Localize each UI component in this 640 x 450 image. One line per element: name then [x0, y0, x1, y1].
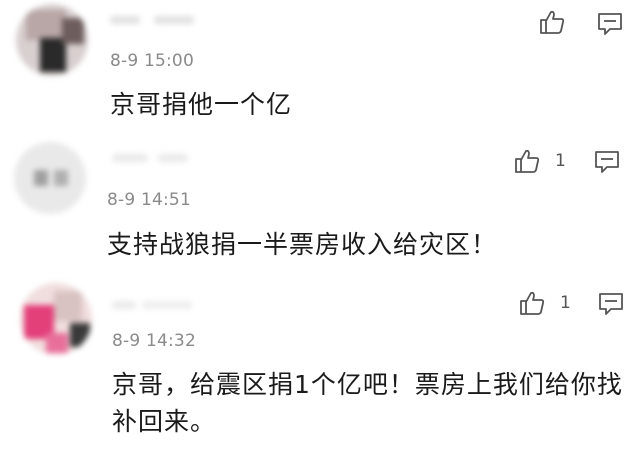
- comment-icon: [597, 12, 623, 36]
- reply-button[interactable]: [594, 150, 620, 174]
- comment-icon: [598, 292, 624, 316]
- like-button[interactable]: 1: [518, 289, 571, 317]
- comment-text: 支持战狼捐一半票房收入给灾区！: [107, 230, 498, 259]
- comment-item: 8-9 14:32 京哥，给震区捐1个亿吧！票房上我们给你找补回来。 1: [0, 275, 640, 450]
- like-count: 1: [560, 293, 571, 313]
- username-blurred: [112, 150, 222, 166]
- thumbs-up-icon: [538, 8, 566, 36]
- avatar[interactable]: [20, 283, 92, 355]
- reply-button[interactable]: [598, 292, 624, 316]
- comment-text: 京哥捐他一个亿: [110, 90, 293, 119]
- comment-icon: [594, 150, 620, 174]
- avatar[interactable]: [14, 142, 86, 214]
- like-button[interactable]: 1: [513, 147, 566, 175]
- comment-item: 8-9 14:51 支持战狼捐一半票房收入给灾区！ 1: [0, 140, 640, 275]
- like-count: 1: [555, 151, 566, 171]
- comment-time: 8-9 14:51: [107, 190, 191, 210]
- reply-button[interactable]: [597, 12, 623, 36]
- like-button[interactable]: [538, 8, 580, 36]
- comment-item: 8-9 15:00 京哥捐他一个亿: [0, 0, 640, 140]
- avatar[interactable]: [16, 4, 88, 76]
- comment-text: 京哥，给震区捐1个亿吧！票房上我们给你找补回来。: [112, 370, 623, 436]
- comment-time: 8-9 14:32: [112, 331, 196, 351]
- comment-time: 8-9 15:00: [110, 51, 194, 71]
- username-blurred: [110, 12, 220, 28]
- thumbs-up-icon: [518, 289, 546, 317]
- username-blurred: [112, 297, 222, 313]
- thumbs-up-icon: [513, 147, 541, 175]
- comment-list: 8-9 15:00 京哥捐他一个亿 8-9 14:51 支持战狼捐一半票房收入给…: [0, 0, 640, 450]
